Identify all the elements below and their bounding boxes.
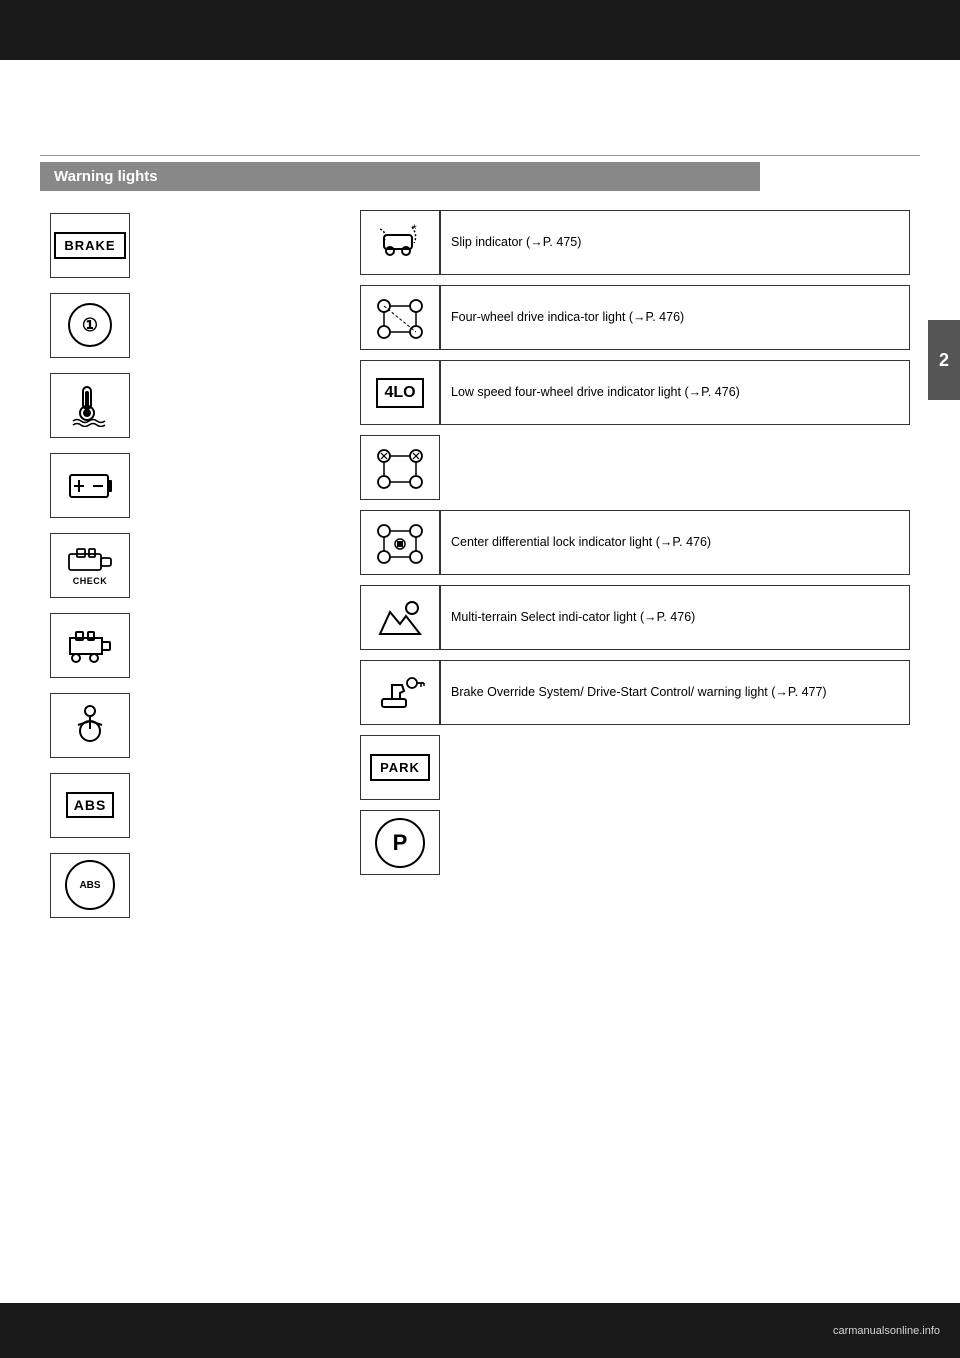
check-engine-icon-box: CHECK <box>50 533 130 598</box>
4lo-desc: Low speed four-wheel drive indicator lig… <box>440 360 910 425</box>
park-text-row: PARK <box>360 735 910 800</box>
park-text-icon-box: PARK <box>360 735 440 800</box>
4wd-row: Four-wheel drive indica-tor light (→P. 4… <box>360 285 910 350</box>
4wd-icon <box>374 296 426 340</box>
abs-text-icon-box: ABS <box>50 773 130 838</box>
brake-override-row: Brake Override System/ Drive-Start Contr… <box>360 660 910 725</box>
trac-row <box>360 435 910 500</box>
right-column: * Slip indicator (→P. 475) <box>360 210 910 930</box>
terrain-text: Multi-terrain Select indi-cator light (→… <box>451 608 695 626</box>
svg-text:*: * <box>412 222 417 236</box>
brake-icon-box: BRAKE <box>50 213 130 278</box>
park-text-desc-empty <box>440 735 910 800</box>
4lo-icon: 4LO <box>376 378 423 408</box>
terrain-icon-box <box>360 585 440 650</box>
srs-icon <box>68 703 112 747</box>
park-circle-icon-box: P <box>360 810 440 875</box>
park-circle-desc-empty <box>440 810 910 875</box>
page-container: 2 Warning lights BRAKE ① <box>0 0 960 1358</box>
charge-icon: ① <box>68 303 112 347</box>
slip-desc: Slip indicator (→P. 475) <box>440 210 910 275</box>
terrain-icon <box>374 596 426 640</box>
check-engine-row: CHECK <box>50 530 330 600</box>
4lo-text: Low speed four-wheel drive indicator lig… <box>451 383 740 401</box>
charge-icon-box: ① <box>50 293 130 358</box>
4lo-row: 4LO Low speed four-wheel drive indicator… <box>360 360 910 425</box>
malfunction-icon-box <box>50 613 130 678</box>
website-label: carmanualsonline.info <box>833 1325 940 1337</box>
diff-text: Center differential lock indicator light… <box>451 533 711 551</box>
section-number: 2 <box>939 350 949 371</box>
abs-circle-icon-box: ABS <box>50 853 130 918</box>
terrain-row: Multi-terrain Select indi-cator light (→… <box>360 585 910 650</box>
warning-lights-header: Warning lights <box>40 162 760 191</box>
bottom-bar: carmanualsonline.info <box>0 1303 960 1358</box>
check-engine-icon <box>67 544 113 576</box>
park-text-icon: PARK <box>370 754 430 781</box>
brake-override-text: Brake Override System/ Drive-Start Contr… <box>451 683 827 701</box>
section-tab: 2 <box>928 320 960 400</box>
warning-lights-title: Warning lights <box>54 168 158 185</box>
check-label: CHECK <box>73 576 108 586</box>
brake-override-icon-box <box>360 660 440 725</box>
srs-row <box>50 690 330 760</box>
coolant-icon-box <box>50 373 130 438</box>
brake-override-desc: Brake Override System/ Drive-Start Contr… <box>440 660 910 725</box>
battery-icon <box>65 463 115 507</box>
diff-icon-box <box>360 510 440 575</box>
trac-desc-empty <box>440 435 910 500</box>
left-column: BRAKE ① <box>50 210 330 930</box>
slip-row: * Slip indicator (→P. 475) <box>360 210 910 275</box>
park-circle-icon: P <box>375 818 425 868</box>
4wd-desc: Four-wheel drive indica-tor light (→P. 4… <box>440 285 910 350</box>
coolant-row <box>50 370 330 440</box>
diff-icon <box>374 521 426 565</box>
battery-icon-box <box>50 453 130 518</box>
trac-icon <box>374 446 426 490</box>
park-circle-row: P <box>360 810 910 875</box>
trac-icon-box <box>360 435 440 500</box>
brake-row: BRAKE <box>50 210 330 280</box>
diff-row: Center differential lock indicator light… <box>360 510 910 575</box>
header-rule <box>40 155 920 156</box>
srs-icon-box <box>50 693 130 758</box>
malfunction-icon <box>66 626 114 664</box>
4wd-icon-box <box>360 285 440 350</box>
charge-row: ① <box>50 290 330 360</box>
abs-circle-row: ABS <box>50 850 330 920</box>
top-bar <box>0 0 960 60</box>
brake-override-icon <box>374 671 426 715</box>
terrain-desc: Multi-terrain Select indi-cator light (→… <box>440 585 910 650</box>
coolant-icon <box>65 383 115 427</box>
abs-text-icon: ABS <box>66 792 115 818</box>
brake-icon: BRAKE <box>54 232 125 259</box>
malfunction-row <box>50 610 330 680</box>
4lo-icon-box: 4LO <box>360 360 440 425</box>
slip-icon-box: * <box>360 210 440 275</box>
diff-desc: Center differential lock indicator light… <box>440 510 910 575</box>
main-content: BRAKE ① <box>50 210 910 930</box>
4wd-text: Four-wheel drive indica-tor light (→P. 4… <box>451 308 684 326</box>
abs-circle-icon: ABS <box>65 860 115 910</box>
abs-text-row: ABS <box>50 770 330 840</box>
battery-row <box>50 450 330 520</box>
slip-icon: * <box>374 221 426 265</box>
slip-text: Slip indicator (→P. 475) <box>451 233 581 251</box>
